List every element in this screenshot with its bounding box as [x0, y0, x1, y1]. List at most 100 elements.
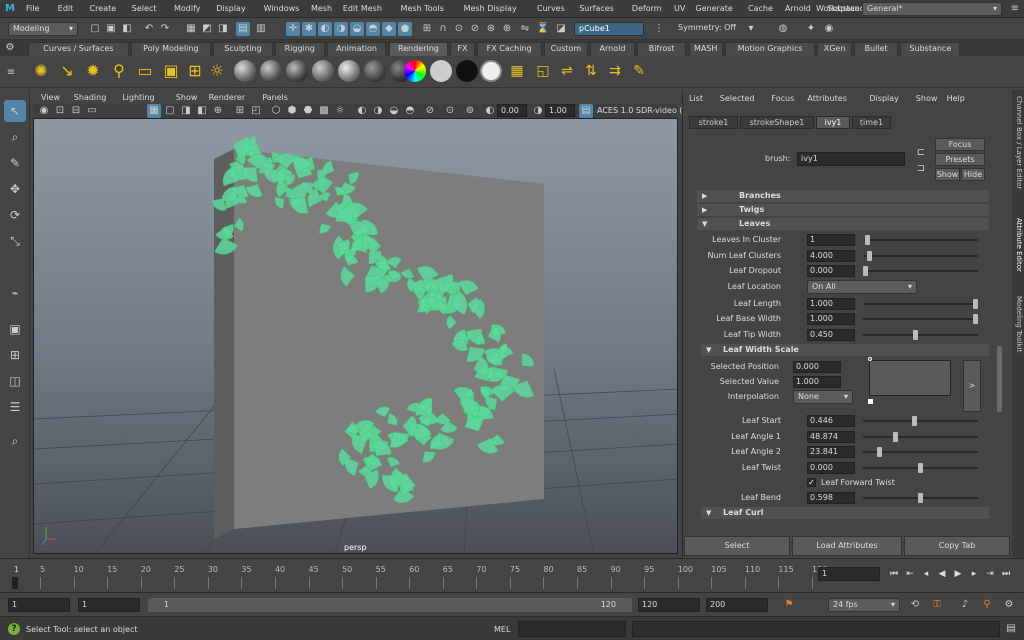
ramp-graph[interactable] [868, 357, 951, 404]
attr-field[interactable]: 0.000 [807, 462, 855, 474]
presets-button[interactable]: Presets [935, 153, 985, 166]
move-tool-icon[interactable]: ✥ [4, 178, 26, 200]
panel-menu-panels[interactable]: Panels [262, 93, 288, 102]
blinn-shader-icon[interactable] [234, 60, 256, 82]
slider-knob[interactable] [973, 299, 978, 309]
anisotropic-shader-icon[interactable] [338, 60, 360, 82]
slider-knob[interactable] [892, 432, 898, 442]
step-back-frame-icon[interactable]: ◂ [920, 568, 932, 580]
audio-icon[interactable]: ♪ [958, 598, 972, 612]
safe-action-icon[interactable]: ⊞ [233, 104, 247, 118]
history-icon[interactable]: ⌛ [536, 22, 550, 36]
attr-field[interactable]: 0.450 [807, 329, 855, 341]
slider-knob[interactable] [867, 251, 873, 261]
last-tool-icon[interactable]: ⌁ [4, 282, 26, 304]
color-ramp-icon[interactable] [404, 60, 426, 82]
attr-slider[interactable] [863, 432, 978, 442]
slider-knob[interactable] [918, 493, 923, 503]
attr-field[interactable]: 48.874 [807, 431, 855, 443]
time-slider[interactable]: 1 5 10 15 20 25 30 35 40 45 50 55 60 65 70 75 80 85 90 95 1… [0, 558, 1024, 592]
gamma-icon[interactable]: ◑ [531, 104, 545, 118]
ambient-light-icon[interactable]: ✺ [30, 60, 52, 82]
slider-knob[interactable] [918, 463, 923, 473]
shelf-tab-mash[interactable]: MASH [688, 42, 723, 56]
gamma-field[interactable]: 1.00 [545, 104, 575, 117]
lasso-tool-icon[interactable]: ⌕ [4, 126, 26, 148]
render-icon[interactable]: ◱ [532, 60, 554, 82]
menu-curves[interactable]: Curves [537, 4, 565, 13]
motion-blur-icon[interactable]: ◒ [387, 104, 401, 118]
exposure-field[interactable]: 0.00 [497, 104, 527, 117]
deform-mask-icon[interactable]: ◒ [350, 22, 364, 36]
xray-icon[interactable]: ⊚ [463, 104, 477, 118]
shelf-tab-custom[interactable]: Custom [543, 42, 589, 56]
shadow-sphere-icon[interactable] [480, 60, 502, 82]
select-hierarchy-icon[interactable]: ▦ [184, 22, 198, 36]
step-back-key-icon[interactable]: ⇤ [904, 568, 916, 580]
workspace-lock-icon[interactable]: ≡ [1008, 2, 1022, 16]
curves-mask-icon[interactable]: ◐ [318, 22, 332, 36]
slider-knob[interactable] [973, 314, 978, 324]
attr-field[interactable]: 4.000 [807, 250, 855, 262]
symmetry-options-icon[interactable]: ⋮ [652, 22, 666, 36]
loop-icon[interactable]: ⟲ [908, 598, 922, 612]
symmetry-label[interactable]: Symmetry: Off [678, 23, 736, 32]
surfaces-mask-icon[interactable]: ◑ [334, 22, 348, 36]
shelf-tab-bifrost[interactable]: Bifrost [636, 42, 687, 56]
resolution-gate-icon[interactable]: ◨ [179, 104, 193, 118]
key-icon[interactable]: ⚿ [930, 598, 944, 612]
menu-select[interactable]: Select [132, 4, 157, 13]
shelf-tab-xgen[interactable]: XGen [817, 42, 852, 56]
ipr-render-icon[interactable]: ▦ [506, 60, 528, 82]
hypershade-icon[interactable]: ⇅ [580, 60, 602, 82]
section-twigs[interactable]: ▶ Twigs [697, 204, 989, 216]
playback-end-field[interactable]: 120 [638, 598, 700, 612]
soft-select-icon[interactable]: ◍ [776, 22, 790, 36]
section-leaf-curl[interactable]: ▼ Leaf Curl [701, 507, 989, 519]
shadows-icon[interactable]: ◐ [355, 104, 369, 118]
menu-display[interactable]: Display [216, 4, 246, 13]
forward-twist-checkbox[interactable]: ✓ [807, 478, 816, 487]
brush-name-field[interactable]: ivy1 [797, 152, 905, 166]
attr-field[interactable]: 1.000 [807, 298, 855, 310]
menu-windows[interactable]: Windows [264, 4, 300, 13]
playback-start-field[interactable]: 1 [78, 598, 140, 612]
render-layer-icon[interactable]: ✎ [628, 60, 650, 82]
command-input[interactable] [518, 621, 626, 637]
directional-light-icon[interactable]: ↘ [56, 60, 78, 82]
preferences-icon[interactable]: ⚙ [1002, 598, 1016, 612]
current-time-marker[interactable] [12, 577, 18, 589]
four-pane-icon[interactable]: ⊞ [4, 344, 26, 366]
panel-menu-renderer[interactable]: Renderer [209, 93, 246, 102]
joints-mask-icon[interactable]: ✱ [302, 22, 316, 36]
slider-knob[interactable] [863, 266, 868, 276]
attr-menu-list[interactable]: List [689, 94, 703, 103]
menu-modify[interactable]: Modify [174, 4, 201, 13]
panel-menu-view[interactable]: View [41, 93, 60, 102]
two-pane-icon[interactable]: ◫ [4, 370, 26, 392]
anti-aliasing-icon[interactable]: ◓ [403, 104, 417, 118]
attr-menu-help[interactable]: Help [947, 94, 965, 103]
shelf-tab-animation[interactable]: Animation [326, 42, 387, 56]
snap-surface-icon[interactable]: ⊛ [484, 22, 498, 36]
shelf-tab-substance[interactable]: Substance [900, 42, 961, 56]
selected-position-field[interactable]: 0.000 [793, 361, 841, 373]
render-settings-icon[interactable]: ⊞ [184, 60, 206, 82]
menu-deform[interactable]: Deform [632, 4, 662, 13]
shelf-tab-rendering[interactable]: Rendering [388, 42, 449, 56]
camera-icon[interactable]: ◉ [37, 104, 51, 118]
ramp-shader-icon[interactable] [364, 60, 386, 82]
script-language-label[interactable]: MEL [494, 625, 510, 634]
ramp-expand-button[interactable]: > [963, 360, 981, 412]
attr-menu-attributes[interactable]: Attributes [807, 94, 847, 103]
image-plane-icon[interactable]: ▭ [85, 104, 99, 118]
shelf-tab-rigging[interactable]: Rigging [274, 42, 325, 56]
spot-light-icon[interactable]: ⚲ [108, 60, 130, 82]
shelf-tab-curves-surfaces[interactable]: Curves / Surfaces [28, 42, 129, 56]
render-frame-icon[interactable]: ◪ [554, 22, 568, 36]
paint-select-tool-icon[interactable]: ✎ [4, 152, 26, 174]
batch-render-icon[interactable]: ⇌ [556, 60, 578, 82]
attr-menu-focus[interactable]: Focus [771, 94, 794, 103]
tab-modeling-toolkit[interactable]: Modeling Toolkit [1013, 296, 1023, 352]
section-branches[interactable]: ▶ Branches [697, 190, 989, 202]
